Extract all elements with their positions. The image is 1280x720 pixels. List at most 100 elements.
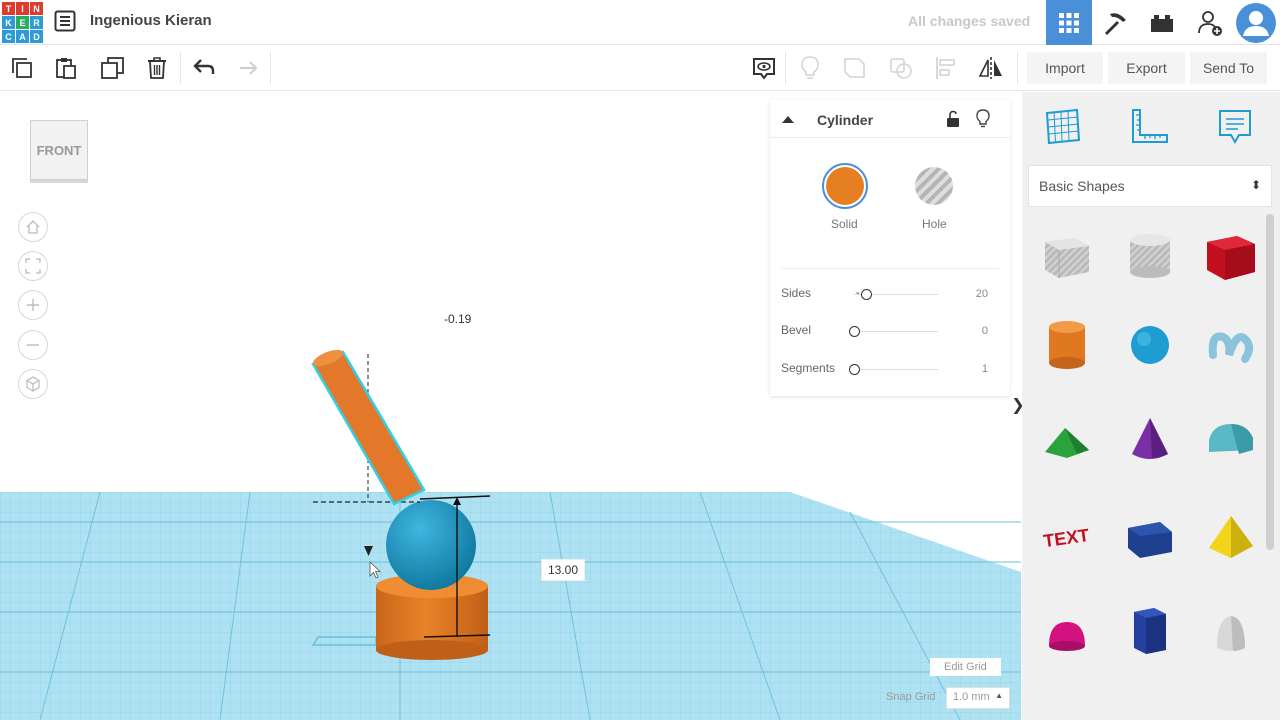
snap-grid-select[interactable]: 1.0 mm ▲ xyxy=(946,687,1010,709)
round-roof-shape[interactable] xyxy=(1201,408,1261,468)
cylinder-shape[interactable] xyxy=(1037,315,1097,375)
note-icon xyxy=(1219,110,1251,145)
duplicate-icon xyxy=(101,57,124,79)
half-block-shape[interactable] xyxy=(1120,506,1180,566)
send-to-button[interactable]: Send To xyxy=(1190,52,1267,84)
unlock-icon[interactable] xyxy=(946,110,960,128)
align-button[interactable] xyxy=(932,54,960,82)
view-cube[interactable]: FRONT xyxy=(30,120,88,180)
redo-button[interactable] xyxy=(233,54,261,82)
height-readout[interactable]: 13.00 xyxy=(541,559,586,581)
trash-icon xyxy=(148,57,166,79)
design-list-icon[interactable] xyxy=(54,10,76,32)
segments-label: Segments xyxy=(781,361,836,375)
polygon-shape[interactable] xyxy=(1120,600,1180,660)
roof-shape[interactable] xyxy=(1037,408,1097,468)
sides-value[interactable]: 20 xyxy=(976,288,988,300)
sides-label: Sides xyxy=(781,286,812,300)
pyramid-shape[interactable] xyxy=(1201,506,1261,566)
save-status: All changes saved xyxy=(908,13,1031,29)
segments-value[interactable]: 1 xyxy=(982,363,988,375)
orthographic-toggle-button[interactable] xyxy=(18,369,48,399)
logo-letter: D xyxy=(30,30,43,43)
bevel-slider-track[interactable] xyxy=(854,331,938,332)
bricks-button[interactable] xyxy=(1139,0,1185,45)
caret-up-icon: ▲ xyxy=(995,691,1003,700)
project-title[interactable]: Ingenious Kieran xyxy=(90,12,212,29)
logo-letter: R xyxy=(30,16,43,29)
show-all-button[interactable] xyxy=(796,54,824,82)
import-button[interactable]: Import xyxy=(1027,52,1103,84)
export-button[interactable]: Export xyxy=(1108,52,1185,84)
brick-icon xyxy=(1151,14,1173,32)
mirror-icon xyxy=(978,57,1002,79)
notes-tool-button[interactable] xyxy=(750,54,778,82)
home-icon xyxy=(26,220,40,234)
bevel-slider-knob[interactable] xyxy=(849,326,860,337)
solid-color-button[interactable] xyxy=(822,163,868,209)
zoom-out-button[interactable] xyxy=(18,330,48,360)
bevel-value[interactable]: 0 xyxy=(982,325,988,337)
ruler-tool-button[interactable] xyxy=(1127,104,1173,150)
ungroup-icon xyxy=(890,58,912,79)
blocks-button[interactable] xyxy=(1092,0,1138,45)
delete-button[interactable] xyxy=(143,54,171,82)
paraboloid-shape[interactable] xyxy=(1037,604,1097,664)
blue-sphere[interactable] xyxy=(386,500,476,590)
top-bar: T I N K E R C A D Ingenious Kieran All c… xyxy=(0,0,1280,45)
logo-letter: C xyxy=(2,30,15,43)
paste-button[interactable] xyxy=(52,54,80,82)
shapes-scrollbar[interactable] xyxy=(1266,214,1274,550)
user-avatar[interactable] xyxy=(1233,0,1279,45)
invite-user-button[interactable] xyxy=(1187,0,1233,45)
box-hole-shape[interactable] xyxy=(1037,226,1097,286)
lightbulb-icon[interactable] xyxy=(976,109,990,129)
inspector-header: Cylinder xyxy=(770,100,1010,138)
solid-label: Solid xyxy=(831,217,858,231)
sphere-shape[interactable] xyxy=(1120,315,1180,375)
group-button[interactable] xyxy=(841,54,869,82)
plus-icon xyxy=(27,299,39,311)
3d-design-view-button[interactable] xyxy=(1046,0,1092,45)
hole-button[interactable] xyxy=(915,167,953,205)
cylinder-hole-shape[interactable] xyxy=(1120,226,1180,286)
snap-grid-label: Snap Grid xyxy=(886,691,936,703)
shape-inspector: Cylinder Solid Hole Sides - 20 Bevel 0 S… xyxy=(770,100,1010,396)
segments-slider-knob[interactable] xyxy=(849,364,860,375)
tinkercad-logo[interactable]: T I N K E R C A D xyxy=(2,2,43,43)
bevel-label: Bevel xyxy=(781,323,812,337)
ungroup-button[interactable] xyxy=(887,54,915,82)
sides-slider-knob[interactable] xyxy=(861,289,872,300)
shape-library-select[interactable]: Basic Shapes ⬍ xyxy=(1028,165,1272,207)
mirror-button[interactable] xyxy=(977,54,1005,82)
rotation-readout[interactable]: -0.19 xyxy=(438,309,478,329)
edit-toolbar: Import Export Send To xyxy=(0,46,1280,91)
notes-panel-button[interactable] xyxy=(1212,104,1258,150)
zoom-in-button[interactable] xyxy=(18,290,48,320)
select-arrows-icon: ⬍ xyxy=(1250,178,1261,192)
home-view-button[interactable] xyxy=(18,212,48,242)
hole-label: Hole xyxy=(922,217,947,231)
scribble-shape[interactable] xyxy=(1201,315,1261,375)
workplane-tool-button[interactable] xyxy=(1040,104,1086,150)
snap-grid-value: 1.0 mm xyxy=(953,691,990,703)
minus-icon xyxy=(27,344,39,346)
fit-view-button[interactable] xyxy=(18,251,48,281)
redo-icon xyxy=(240,61,258,75)
copy-icon xyxy=(12,58,32,78)
collapse-caret-icon[interactable] xyxy=(781,114,795,124)
copy-button[interactable] xyxy=(8,54,36,82)
edit-grid-button[interactable]: Edit Grid xyxy=(930,658,1001,676)
workplane-grid[interactable] xyxy=(0,491,1021,720)
group-icon xyxy=(844,58,865,78)
undo-button[interactable] xyxy=(190,54,218,82)
align-icon xyxy=(936,57,955,79)
paraboloid-gray-shape[interactable] xyxy=(1201,604,1261,664)
selected-tilted-cylinder[interactable] xyxy=(311,346,426,506)
box-shape[interactable] xyxy=(1201,226,1261,286)
segments-slider-track[interactable] xyxy=(854,369,938,370)
duplicate-button[interactable] xyxy=(98,54,126,82)
text-shape[interactable]: TEXT xyxy=(1037,506,1097,566)
cone-shape[interactable] xyxy=(1120,408,1180,468)
svg-text:TEXT: TEXT xyxy=(1042,525,1090,551)
